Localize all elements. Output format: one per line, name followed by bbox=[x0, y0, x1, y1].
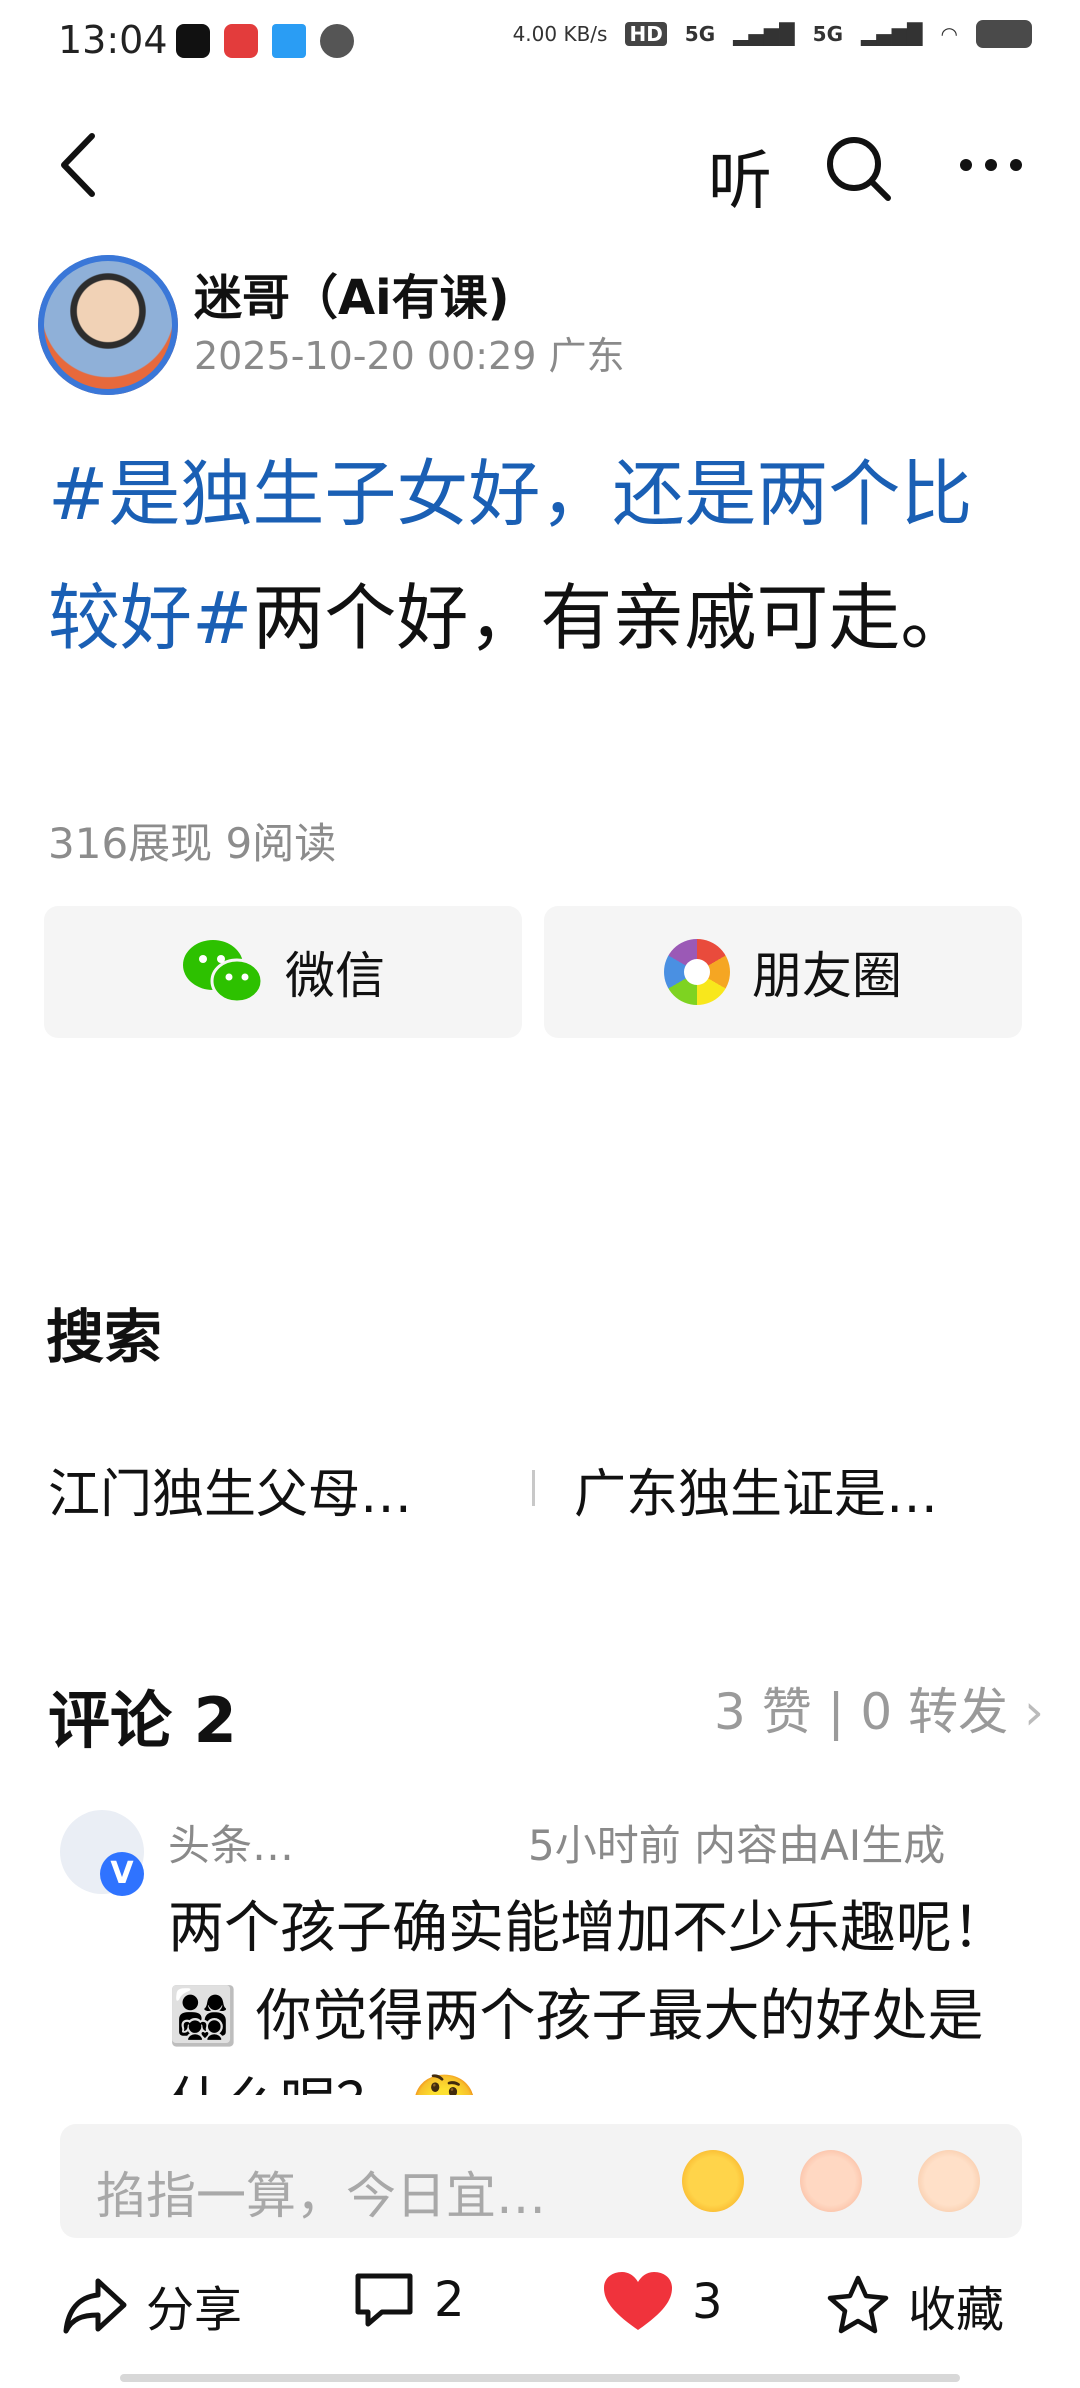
battery-icon bbox=[976, 20, 1032, 48]
author-name[interactable]: 迷哥（Ai有课) bbox=[194, 258, 510, 328]
comment-meta: 5小时前 内容由AI生成 bbox=[528, 1821, 946, 1870]
like-count: 3 bbox=[692, 2274, 723, 2330]
network-5g-1: 5G bbox=[684, 22, 716, 46]
post-content: #是独生子女好，还是两个比较好#两个好，有亲戚可走。 bbox=[48, 432, 1038, 680]
share-icon bbox=[63, 2278, 127, 2334]
finger-heart-emoji-icon[interactable] bbox=[800, 2150, 862, 2212]
comment-input-placeholder: 掐指一算，今日宜… bbox=[96, 2167, 546, 2225]
comment-user[interactable]: 头条… bbox=[168, 1812, 294, 1873]
toutiao-icon bbox=[224, 24, 258, 58]
comment-icon bbox=[355, 2273, 413, 2327]
share-label: 分享 bbox=[146, 2282, 243, 2338]
share-button[interactable]: 分享 bbox=[62, 2270, 242, 2340]
moments-icon bbox=[664, 939, 730, 1005]
status-right: 4.00 KB/s HD 5G ▂▄▆█ 5G ▂▄▆█ ◠ bbox=[513, 20, 1032, 48]
network-5g-2: 5G bbox=[812, 22, 844, 46]
star-icon bbox=[827, 2275, 889, 2334]
search-suggestion[interactable]: 广东独生证是… bbox=[574, 1452, 938, 1527]
comment-text: 两个孩子确实能增加不少乐趣呢！👨‍👩‍👧‍👦 你觉得两个孩子最大的好处是什么呢？… bbox=[168, 1896, 1008, 2095]
notification-icons bbox=[176, 24, 354, 58]
wechat-icon bbox=[183, 940, 263, 1004]
tiktok-icon bbox=[176, 24, 210, 58]
post-date-location: 2025-10-20 00:29 广东 bbox=[194, 334, 625, 378]
laughing-emoji-icon[interactable] bbox=[682, 2150, 744, 2212]
home-indicator[interactable] bbox=[120, 2374, 960, 2382]
search-icon[interactable] bbox=[824, 134, 894, 204]
post-body: 两个好，有亲戚可走。 bbox=[252, 576, 973, 660]
suggestion-divider bbox=[532, 1470, 535, 1506]
handshake-emoji-icon[interactable] bbox=[918, 2150, 980, 2212]
heart-icon bbox=[604, 2272, 672, 2330]
chevron-right-icon: › bbox=[1024, 1683, 1044, 1741]
favorite-button[interactable]: 收藏 bbox=[826, 2270, 1004, 2340]
share-wechat-button[interactable]: 微信 bbox=[44, 906, 522, 1038]
signal-icon: ▂▄▆█ bbox=[861, 22, 923, 46]
post-stats: 316展现 9阅读 bbox=[48, 819, 337, 868]
share-moments-button[interactable]: 朋友圈 bbox=[544, 906, 1022, 1038]
wechat-label: 微信 bbox=[285, 947, 385, 1005]
listen-button[interactable]: 听 bbox=[708, 130, 772, 222]
wifi-icon: ◠ bbox=[940, 22, 958, 46]
comment-count: 2 bbox=[434, 2272, 465, 2328]
moments-label: 朋友圈 bbox=[752, 947, 902, 1005]
status-time: 13:04 bbox=[58, 18, 168, 62]
likes-reposts-count: 3 赞 | 0 转发 bbox=[714, 1683, 1009, 1741]
favorite-label: 收藏 bbox=[908, 2282, 1005, 2338]
search-section-title: 搜索 bbox=[46, 1303, 163, 1371]
comment-button[interactable]: 2 bbox=[352, 2270, 465, 2330]
search-suggestion[interactable]: 江门独生父母… bbox=[48, 1452, 412, 1527]
back-icon[interactable] bbox=[52, 130, 112, 200]
hd-icon: HD bbox=[625, 22, 667, 46]
comments-meta[interactable]: 3 赞 | 0 转发 › bbox=[714, 1672, 1044, 1744]
signal-icon: ▂▄▆█ bbox=[733, 22, 795, 46]
avatar-ring bbox=[38, 255, 178, 395]
like-button[interactable]: 3 bbox=[602, 2270, 723, 2334]
net-speed: 4.00 KB/s bbox=[512, 22, 608, 46]
comments-title: 评论 2 bbox=[48, 1684, 237, 1757]
link-icon bbox=[320, 24, 354, 58]
more-icon[interactable] bbox=[956, 140, 1026, 190]
send-icon bbox=[272, 24, 306, 58]
verified-badge-icon: V bbox=[100, 1852, 144, 1896]
status-bar: 13:04 4.00 KB/s HD 5G ▂▄▆█ 5G ▂▄▆█ ◠ bbox=[0, 0, 1080, 84]
